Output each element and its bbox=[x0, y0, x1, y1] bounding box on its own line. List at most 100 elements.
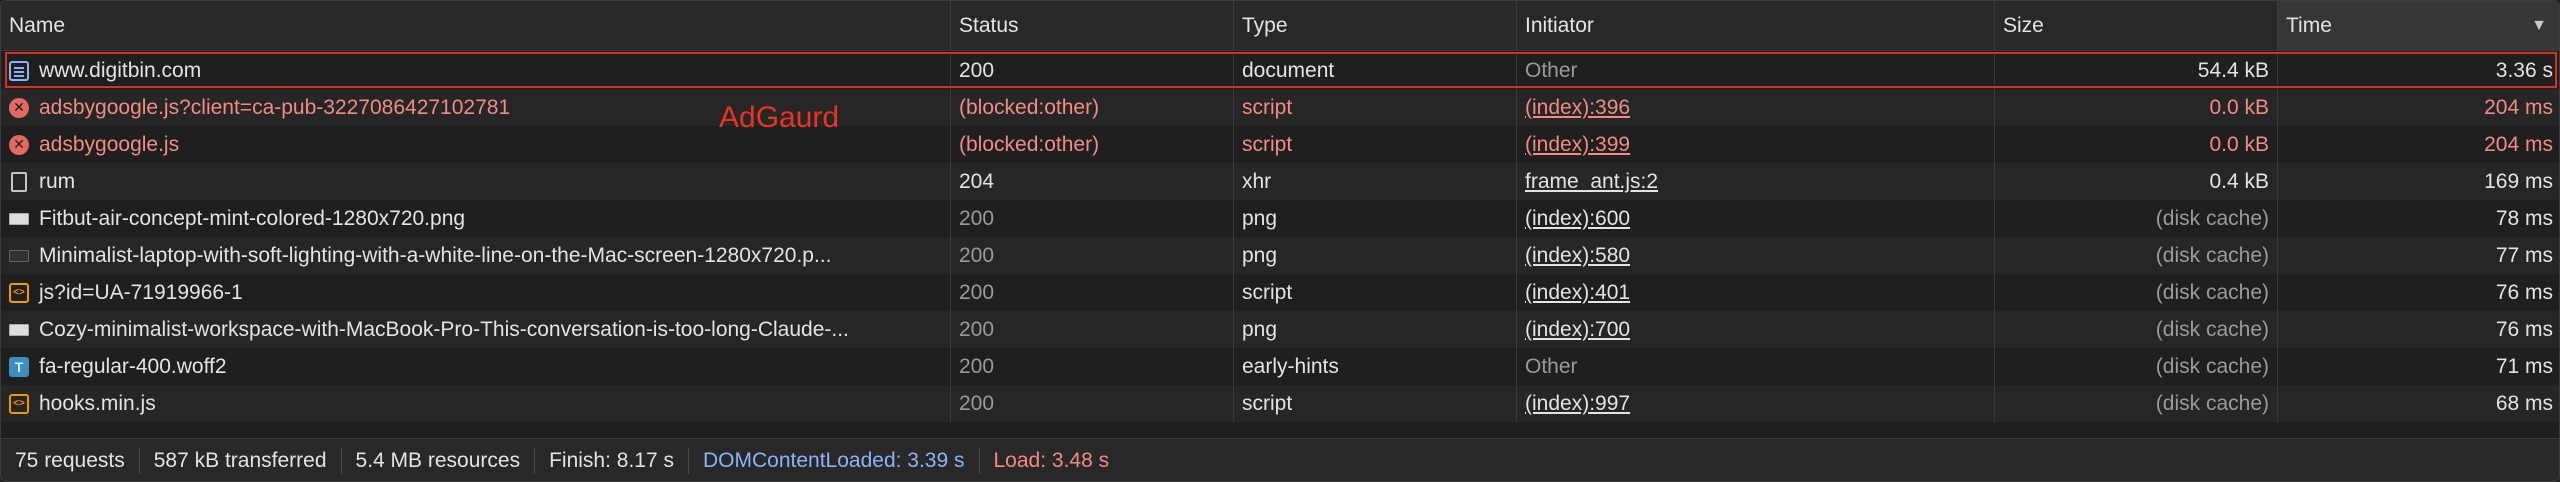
cell-size-text: (disk cache) bbox=[2155, 317, 2269, 341]
cell-status: 200 bbox=[951, 385, 1234, 422]
cell-size-text: (disk cache) bbox=[2155, 391, 2269, 415]
cell-name[interactable]: rum bbox=[1, 163, 951, 200]
cell-initiator-text[interactable]: (index):600 bbox=[1525, 207, 1630, 231]
cell-status: 200 bbox=[951, 274, 1234, 311]
cell-size: 54.4 kB bbox=[1995, 52, 2278, 89]
network-panel: Name Status Type Initiator Size Time ▼ w… bbox=[0, 0, 2560, 482]
cell-status: (blocked:other) bbox=[951, 126, 1234, 163]
cell-name[interactable]: Minimalist-laptop-with-soft-lighting-wit… bbox=[1, 237, 951, 274]
column-header-initiator[interactable]: Initiator bbox=[1517, 1, 1995, 50]
error-icon: ✕ bbox=[9, 134, 29, 155]
cell-initiator-text[interactable]: (index):700 bbox=[1525, 318, 1630, 342]
cell-status: 200 bbox=[951, 348, 1234, 385]
cell-status: 200 bbox=[951, 311, 1234, 348]
cell-status-text: (blocked:other) bbox=[959, 95, 1100, 119]
cell-time: 204 ms bbox=[2278, 126, 2559, 163]
table-row[interactable]: ✕ adsbygoogle.js (blocked:other) script (ind… bbox=[1, 126, 2559, 163]
cell-size: (disk cache) bbox=[1995, 200, 2278, 237]
cell-size-text: (disk cache) bbox=[2155, 243, 2269, 267]
cell-name[interactable]: Fitbut-air-concept-mint-colored-1280x720… bbox=[1, 200, 951, 237]
cell-time-text: 68 ms bbox=[2495, 391, 2553, 415]
cell-size: 0.0 kB bbox=[1995, 126, 2278, 163]
table-row[interactable]: www.digitbin.com 200 document Other 54.4 kB 3… bbox=[1, 52, 2559, 89]
table-row[interactable]: Minimalist-laptop-with-soft-lighting-wit… bbox=[1, 237, 2559, 274]
cell-initiator-text[interactable]: frame_ant.js:2 bbox=[1525, 170, 1658, 194]
cell-type-text: xhr bbox=[1242, 169, 1272, 193]
column-header-status[interactable]: Status bbox=[951, 1, 1234, 50]
footer-transferred: 587 kB transferred bbox=[140, 448, 342, 474]
cell-status-text: 200 bbox=[959, 280, 995, 304]
cell-status-text: 200 bbox=[959, 391, 995, 415]
cell-initiator-text[interactable]: (index):580 bbox=[1525, 244, 1630, 268]
cell-name[interactable]: <> hooks.min.js bbox=[1, 385, 951, 422]
cell-size: 0.4 kB bbox=[1995, 163, 2278, 200]
cell-time-text: 204 ms bbox=[2484, 132, 2553, 156]
cell-name[interactable]: www.digitbin.com bbox=[1, 52, 951, 89]
request-name: Minimalist-laptop-with-soft-lighting-wit… bbox=[39, 243, 832, 267]
footer-dom-content-loaded: DOMContentLoaded: 3.39 s bbox=[689, 448, 980, 474]
cell-type: png bbox=[1234, 200, 1517, 237]
cell-type: script bbox=[1234, 385, 1517, 422]
request-name: rum bbox=[39, 169, 76, 193]
cell-initiator: Other bbox=[1517, 52, 1995, 89]
cell-type-text: script bbox=[1242, 132, 1293, 156]
error-icon: ✕ bbox=[9, 97, 29, 118]
cell-initiator-text[interactable]: (index):399 bbox=[1525, 133, 1630, 157]
document-icon bbox=[9, 60, 29, 81]
cell-time-text: 76 ms bbox=[2495, 317, 2553, 341]
table-row[interactable]: <> hooks.min.js 200 script (index):997 (disk … bbox=[1, 385, 2559, 422]
cell-status-text: 200 bbox=[959, 317, 995, 341]
cell-time: 71 ms bbox=[2278, 348, 2559, 385]
column-header-time[interactable]: Time ▼ bbox=[2278, 1, 2559, 50]
cell-time-text: 71 ms bbox=[2495, 354, 2553, 378]
column-header-type[interactable]: Type bbox=[1234, 1, 1517, 50]
table-row[interactable]: Tfa-regular-400.woff2 200 early-hints Other… bbox=[1, 348, 2559, 385]
image-icon bbox=[9, 323, 29, 336]
cell-time: 3.36 s bbox=[2278, 52, 2559, 89]
request-name: Fitbut-air-concept-mint-colored-1280x720… bbox=[39, 206, 466, 230]
cell-size: (disk cache) bbox=[1995, 237, 2278, 274]
cell-initiator-text[interactable]: (index):997 bbox=[1525, 392, 1630, 416]
cell-status: 200 bbox=[951, 52, 1234, 89]
cell-size: (disk cache) bbox=[1995, 385, 2278, 422]
cell-time-text: 76 ms bbox=[2495, 280, 2553, 304]
cell-type-text: script bbox=[1242, 95, 1293, 119]
cell-time-text: 204 ms bbox=[2484, 95, 2553, 119]
column-header-name[interactable]: Name bbox=[1, 1, 951, 50]
cell-initiator-text[interactable]: (index):401 bbox=[1525, 281, 1630, 305]
cell-initiator: (index):600 bbox=[1517, 200, 1995, 237]
cell-initiator-text: Other bbox=[1525, 354, 1578, 378]
cell-time-text: 169 ms bbox=[2484, 169, 2553, 193]
cell-time: 68 ms bbox=[2278, 385, 2559, 422]
cell-type: script bbox=[1234, 274, 1517, 311]
cell-type-text: png bbox=[1242, 317, 1278, 341]
cell-type-text: script bbox=[1242, 280, 1293, 304]
cell-size: (disk cache) bbox=[1995, 348, 2278, 385]
table-row[interactable]: rum 204 xhr frame_ant.js:2 0.4 kB 169 ms bbox=[1, 163, 2559, 200]
column-header-size[interactable]: Size bbox=[1995, 1, 2278, 50]
footer-finish: Finish: 8.17 s bbox=[535, 448, 689, 474]
cell-size: (disk cache) bbox=[1995, 274, 2278, 311]
cell-size-text: 0.4 kB bbox=[2209, 169, 2269, 193]
annotation-label: AdGaurd bbox=[719, 101, 840, 134]
cell-initiator-text[interactable]: (index):396 bbox=[1525, 96, 1630, 120]
cell-size: 0.0 kB bbox=[1995, 89, 2278, 126]
table-row[interactable]: Cozy-minimalist-workspace-with-MacBook-P… bbox=[1, 311, 2559, 348]
cell-name[interactable]: <> js?id=UA-71919966-1 bbox=[1, 274, 951, 311]
image-icon bbox=[9, 212, 29, 225]
cell-status: (blocked:other) bbox=[951, 89, 1234, 126]
script-icon: <> bbox=[9, 282, 29, 303]
table-row[interactable]: <> js?id=UA-71919966-1 200 script (index):40… bbox=[1, 274, 2559, 311]
cell-time-text: 77 ms bbox=[2495, 243, 2553, 267]
cell-type: document bbox=[1234, 52, 1517, 89]
table-row[interactable]: ✕ adsbygoogle.js?client=ca-pub-3227086427… bbox=[1, 89, 2559, 126]
cell-name[interactable]: Cozy-minimalist-workspace-with-MacBook-P… bbox=[1, 311, 951, 348]
cell-status-text: (blocked:other) bbox=[959, 132, 1100, 156]
cell-type: png bbox=[1234, 237, 1517, 274]
cell-name[interactable]: Tfa-regular-400.woff2 bbox=[1, 348, 951, 385]
table-row[interactable]: Fitbut-air-concept-mint-colored-1280x720… bbox=[1, 200, 2559, 237]
cell-type: script bbox=[1234, 126, 1517, 163]
cell-time: 76 ms bbox=[2278, 311, 2559, 348]
request-name: Cozy-minimalist-workspace-with-MacBook-P… bbox=[39, 317, 849, 341]
request-name: js?id=UA-71919966-1 bbox=[39, 280, 243, 304]
